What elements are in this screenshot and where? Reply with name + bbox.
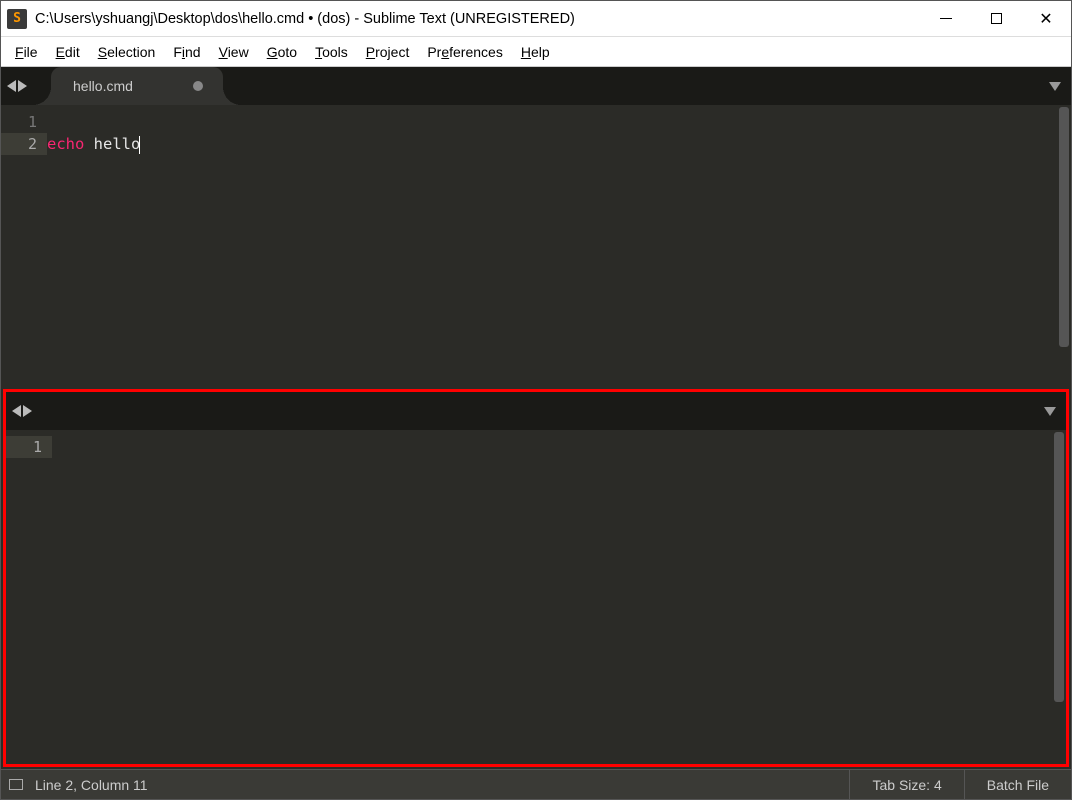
code-area-2[interactable]	[52, 430, 1032, 764]
tab-next-icon[interactable]	[23, 405, 32, 417]
titlebar[interactable]: S C:\Users\yshuangj\Desktop\dos\hello.cm…	[1, 1, 1071, 37]
code-area-1[interactable]: echo hello	[47, 105, 1037, 389]
tab-hello-cmd[interactable]: hello.cmd	[51, 67, 223, 105]
menu-file[interactable]: File	[7, 41, 46, 63]
editor-pane-1: hello.cmd 1 2 echo hello	[1, 67, 1071, 389]
tab-overflow-button[interactable]	[1049, 82, 1061, 91]
menu-goto[interactable]: Goto	[259, 41, 305, 63]
close-icon: ✕	[1039, 9, 1052, 29]
editor-1[interactable]: 1 2 echo hello	[1, 105, 1071, 389]
line-number: 1	[1, 111, 47, 133]
scroll-thumb-1[interactable]	[1059, 107, 1069, 347]
menu-project[interactable]: Project	[358, 41, 418, 63]
tab-prev-icon[interactable]	[7, 80, 16, 92]
window-title: C:\Users\yshuangj\Desktop\dos\hello.cmd …	[35, 11, 921, 27]
editor-pane-2: 1	[6, 392, 1066, 764]
gutter-1: 1 2	[1, 105, 47, 389]
tab-strip-2	[6, 392, 1066, 430]
status-syntax[interactable]: Batch File	[964, 770, 1071, 800]
code-line[interactable]	[47, 111, 1037, 133]
text-cursor	[139, 136, 140, 154]
code-line[interactable]: echo hello	[47, 133, 1037, 155]
menu-tools[interactable]: Tools	[307, 41, 356, 63]
chevron-down-icon	[1044, 407, 1056, 416]
line-number: 2	[1, 133, 47, 155]
token-keyword: echo	[47, 135, 84, 153]
scrollbar-1[interactable]	[1057, 105, 1071, 389]
status-position[interactable]: Line 2, Column 11	[31, 777, 849, 793]
minimap-2[interactable]	[1032, 430, 1052, 764]
panel-switcher-button[interactable]	[1, 770, 31, 800]
tab-prev-icon[interactable]	[12, 405, 21, 417]
minimap-1[interactable]	[1037, 105, 1057, 389]
scrollbar-2[interactable]	[1052, 430, 1066, 764]
tab-nav-2	[12, 405, 32, 417]
scroll-thumb-2[interactable]	[1054, 432, 1064, 702]
tab-strip-1: hello.cmd	[1, 67, 1071, 105]
window: S C:\Users\yshuangj\Desktop\dos\hello.cm…	[0, 0, 1072, 800]
menu-find[interactable]: Find	[165, 41, 208, 63]
statusbar: Line 2, Column 11 Tab Size: 4 Batch File	[1, 769, 1071, 799]
chevron-down-icon	[1049, 82, 1061, 91]
tab-label: hello.cmd	[73, 78, 133, 94]
menu-preferences[interactable]: Preferences	[419, 41, 511, 63]
close-button[interactable]: ✕	[1021, 1, 1071, 37]
gutter-2: 1	[6, 430, 52, 764]
client-area: hello.cmd 1 2 echo hello	[1, 67, 1071, 799]
status-tabsize[interactable]: Tab Size: 4	[849, 770, 963, 800]
maximize-icon	[991, 13, 1002, 24]
editor-2[interactable]: 1	[6, 430, 1066, 764]
menu-help[interactable]: Help	[513, 41, 558, 63]
maximize-button[interactable]	[971, 1, 1021, 37]
menu-view[interactable]: View	[211, 41, 257, 63]
dirty-indicator-icon[interactable]	[193, 81, 203, 91]
app-icon: S	[7, 9, 27, 29]
minimize-button[interactable]	[921, 1, 971, 37]
menu-selection[interactable]: Selection	[90, 41, 164, 63]
line-number: 1	[6, 436, 52, 458]
tab-nav	[7, 80, 27, 92]
minimize-icon	[940, 18, 952, 19]
tab-overflow-button-2[interactable]	[1044, 407, 1056, 416]
menubar: File Edit Selection Find View Goto Tools…	[1, 37, 1071, 67]
tab-next-icon[interactable]	[18, 80, 27, 92]
token-text: hello	[84, 135, 140, 153]
panel-icon	[9, 779, 23, 790]
highlight-box: 1	[3, 389, 1069, 767]
menu-edit[interactable]: Edit	[48, 41, 88, 63]
